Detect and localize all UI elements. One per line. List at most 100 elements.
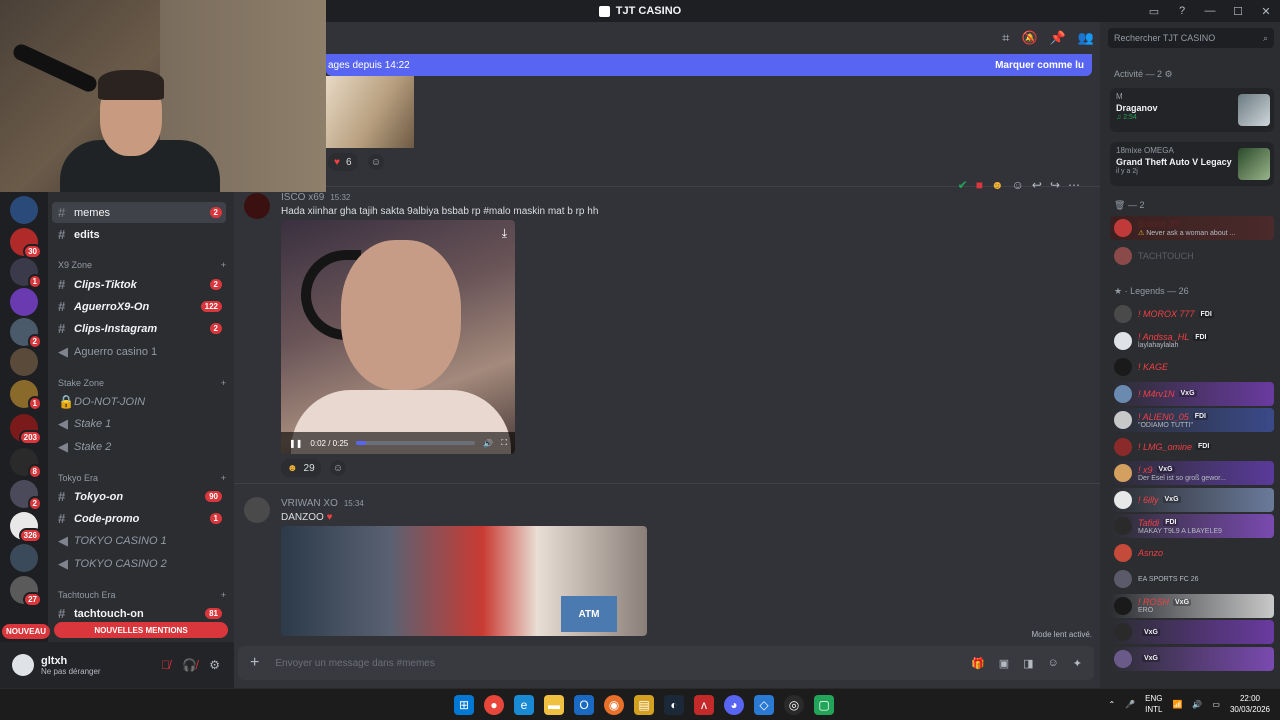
author-name[interactable]: ISCO x69 bbox=[281, 192, 324, 203]
laugh-emoji-icon[interactable]: ☻ bbox=[991, 178, 1004, 192]
member-row[interactable]: ! ALIEN0_05 FDI "ODIAMO TUTTI" bbox=[1110, 408, 1274, 432]
clock[interactable]: 22:00 30/03/2026 bbox=[1230, 693, 1270, 715]
image-attachment[interactable] bbox=[326, 76, 414, 148]
channel-memes[interactable]: # memes 2 bbox=[52, 202, 226, 223]
category-stake-zone[interactable]: Stake Zone + bbox=[58, 378, 226, 388]
member-row[interactable]: VxG bbox=[1110, 620, 1274, 644]
app-icon[interactable]: ◎ bbox=[784, 695, 804, 715]
server-icon[interactable]: 1 bbox=[10, 258, 42, 289]
member-row[interactable]: VxG bbox=[1110, 646, 1274, 671]
composer-placeholder[interactable]: Envoyer un message dans #memes bbox=[275, 658, 435, 669]
channel-edits[interactable]: # edits bbox=[52, 224, 226, 245]
member-row[interactable]: Boiboit JR ⚠ Never ask a woman about ... bbox=[1110, 216, 1274, 240]
category-tachtouch-era[interactable]: Tachtouch Era + bbox=[58, 590, 226, 600]
new-badge[interactable]: NOUVEAU bbox=[2, 624, 51, 639]
mark-read-button[interactable]: Marquer comme lu bbox=[995, 60, 1084, 71]
add-reaction-icon[interactable]: ☺ bbox=[330, 460, 346, 476]
avatar[interactable] bbox=[244, 193, 270, 219]
forward-icon[interactable]: ↪ bbox=[1050, 178, 1060, 192]
member-row[interactable]: ! LMG_omine FDI bbox=[1110, 435, 1274, 459]
sticker-icon[interactable]: ◨ bbox=[1023, 657, 1033, 670]
add-channel-icon[interactable]: + bbox=[221, 260, 226, 270]
plus-icon[interactable]: + bbox=[250, 654, 259, 672]
channel-tachtouch-on[interactable]: # tachtouch-on 81 bbox=[52, 603, 226, 624]
member-row[interactable]: TACHTOUCH bbox=[1110, 244, 1274, 268]
gif-icon[interactable]: ▣ bbox=[999, 657, 1009, 670]
server-icon[interactable]: 8 bbox=[10, 448, 42, 479]
member-row[interactable]: ! MOROX 777 FDI bbox=[1110, 302, 1274, 326]
member-row[interactable]: ! 6illy VxG bbox=[1110, 487, 1274, 512]
volume-icon[interactable]: 🔊 bbox=[1192, 700, 1202, 709]
emoji-icon[interactable]: ☺ bbox=[1048, 657, 1059, 670]
microphone-icon[interactable]: 🎤 bbox=[1125, 700, 1135, 709]
app-icon[interactable]: ʌ bbox=[694, 695, 714, 715]
app-icon[interactable]: ▢ bbox=[814, 695, 834, 715]
app-icon[interactable]: ◇ bbox=[754, 695, 774, 715]
voice-channel-stake-2[interactable]: ◀ Stake 2 bbox=[52, 436, 226, 457]
author-name[interactable]: VRIWAN XO bbox=[281, 498, 338, 509]
edge-icon[interactable]: e bbox=[514, 695, 534, 715]
server-icon[interactable] bbox=[10, 348, 38, 376]
gear-icon[interactable]: ⚙ bbox=[209, 658, 220, 672]
pause-icon[interactable]: ❚❚ bbox=[289, 439, 302, 448]
new-messages-bar[interactable]: ages depuis 14:22 Marquer comme lu bbox=[326, 54, 1092, 76]
wifi-icon[interactable]: 📶 bbox=[1172, 700, 1182, 709]
voice-channel-aguerro-casino[interactable]: ◀ Aguerro casino 1 bbox=[52, 341, 226, 362]
user-info[interactable]: gltxh Ne pas déranger bbox=[41, 655, 101, 676]
inbox-icon[interactable]: ▭ bbox=[1140, 0, 1168, 22]
activity-card[interactable]: M Draganov ♫ 2:54 bbox=[1110, 88, 1274, 132]
server-icon[interactable]: 2 bbox=[10, 480, 42, 511]
language-indicator[interactable]: ENG INTL bbox=[1145, 693, 1162, 715]
voice-channel-tokyo-casino-2[interactable]: ◀ TOKYO CASINO 2 bbox=[52, 553, 226, 574]
server-icon[interactable]: 2 bbox=[10, 318, 42, 349]
member-row[interactable]: ! KAGE bbox=[1110, 355, 1274, 379]
apps-icon[interactable]: ✦ bbox=[1073, 657, 1082, 670]
reply-icon[interactable]: ↩ bbox=[1032, 178, 1042, 192]
add-reaction-icon[interactable]: ☺ bbox=[368, 154, 384, 170]
chrome-icon[interactable]: ● bbox=[484, 695, 504, 715]
add-channel-icon[interactable]: + bbox=[221, 378, 226, 388]
server-icon[interactable] bbox=[10, 196, 38, 224]
flag-emoji-icon[interactable]: ■ bbox=[976, 178, 983, 192]
channel-clips-instagram[interactable]: # Clips-Instagram 2 bbox=[52, 318, 226, 339]
new-mentions-button[interactable]: NOUVELLES MENTIONS bbox=[54, 622, 228, 638]
pin-icon[interactable]: 📌 bbox=[1050, 30, 1066, 46]
member-row[interactable]: Tafidi FDI MAKAY T9L9 A LBAYELE9 bbox=[1110, 514, 1274, 538]
discord-icon[interactable]: ◕ bbox=[724, 695, 744, 715]
member-row[interactable]: Asnzo bbox=[1110, 541, 1274, 565]
member-row[interactable]: EA SPORTS FC 26 bbox=[1110, 567, 1274, 591]
reaction-laugh[interactable]: ☻ 29 bbox=[281, 459, 321, 477]
server-icon[interactable]: 30 bbox=[10, 228, 42, 259]
server-icon[interactable] bbox=[10, 544, 38, 572]
close-button[interactable]: ✕ bbox=[1252, 0, 1280, 22]
battery-icon[interactable]: ▭ bbox=[1212, 700, 1220, 709]
volume-icon[interactable]: 🔊 bbox=[483, 439, 493, 448]
add-reaction-icon[interactable]: ☺ bbox=[1012, 178, 1024, 192]
server-icon[interactable] bbox=[10, 288, 38, 316]
message-composer[interactable]: + Envoyer un message dans #memes 🎁 ▣ ◨ ☺… bbox=[238, 646, 1094, 680]
help-icon[interactable]: ? bbox=[1168, 0, 1196, 22]
gift-icon[interactable]: 🎁 bbox=[971, 657, 985, 670]
maximize-button[interactable]: ☐ bbox=[1224, 0, 1252, 22]
mic-muted-icon[interactable]: 🎙̸ bbox=[161, 658, 170, 672]
category-tokyo-era[interactable]: Tokyo Era + bbox=[58, 473, 226, 483]
firefox-icon[interactable]: ◉ bbox=[604, 695, 624, 715]
channel-code-promo[interactable]: # Code-promo 1 bbox=[52, 508, 226, 529]
add-channel-icon[interactable]: + bbox=[221, 473, 226, 483]
activity-card[interactable]: 18mixe OMEGA Grand Theft Auto V Legacy i… bbox=[1110, 142, 1274, 186]
headphones-muted-icon[interactable]: 🎧̸ bbox=[182, 658, 197, 672]
reaction-heart[interactable]: ♥ 6 bbox=[328, 153, 358, 171]
minimize-button[interactable]: — bbox=[1196, 0, 1224, 22]
avatar[interactable] bbox=[244, 497, 270, 523]
server-icon[interactable]: 326 bbox=[10, 512, 42, 543]
image-attachment[interactable]: ATM bbox=[281, 526, 647, 636]
avatar[interactable] bbox=[12, 654, 34, 676]
more-icon[interactable]: ⋯ bbox=[1068, 178, 1080, 192]
notification-muted-icon[interactable]: 🔕 bbox=[1021, 30, 1037, 46]
server-icon[interactable]: 203 bbox=[10, 414, 42, 445]
member-row[interactable]: ! M4rv1N VxG bbox=[1110, 381, 1274, 406]
member-row[interactable]: ! Andssa_HL FDI laylahaylalah bbox=[1110, 329, 1274, 353]
fullscreen-icon[interactable]: ⛶ bbox=[501, 438, 507, 448]
channel-tokyo-on[interactable]: # Tokyo-on 90 bbox=[52, 486, 226, 507]
steam-icon[interactable]: ◐ bbox=[664, 695, 684, 715]
